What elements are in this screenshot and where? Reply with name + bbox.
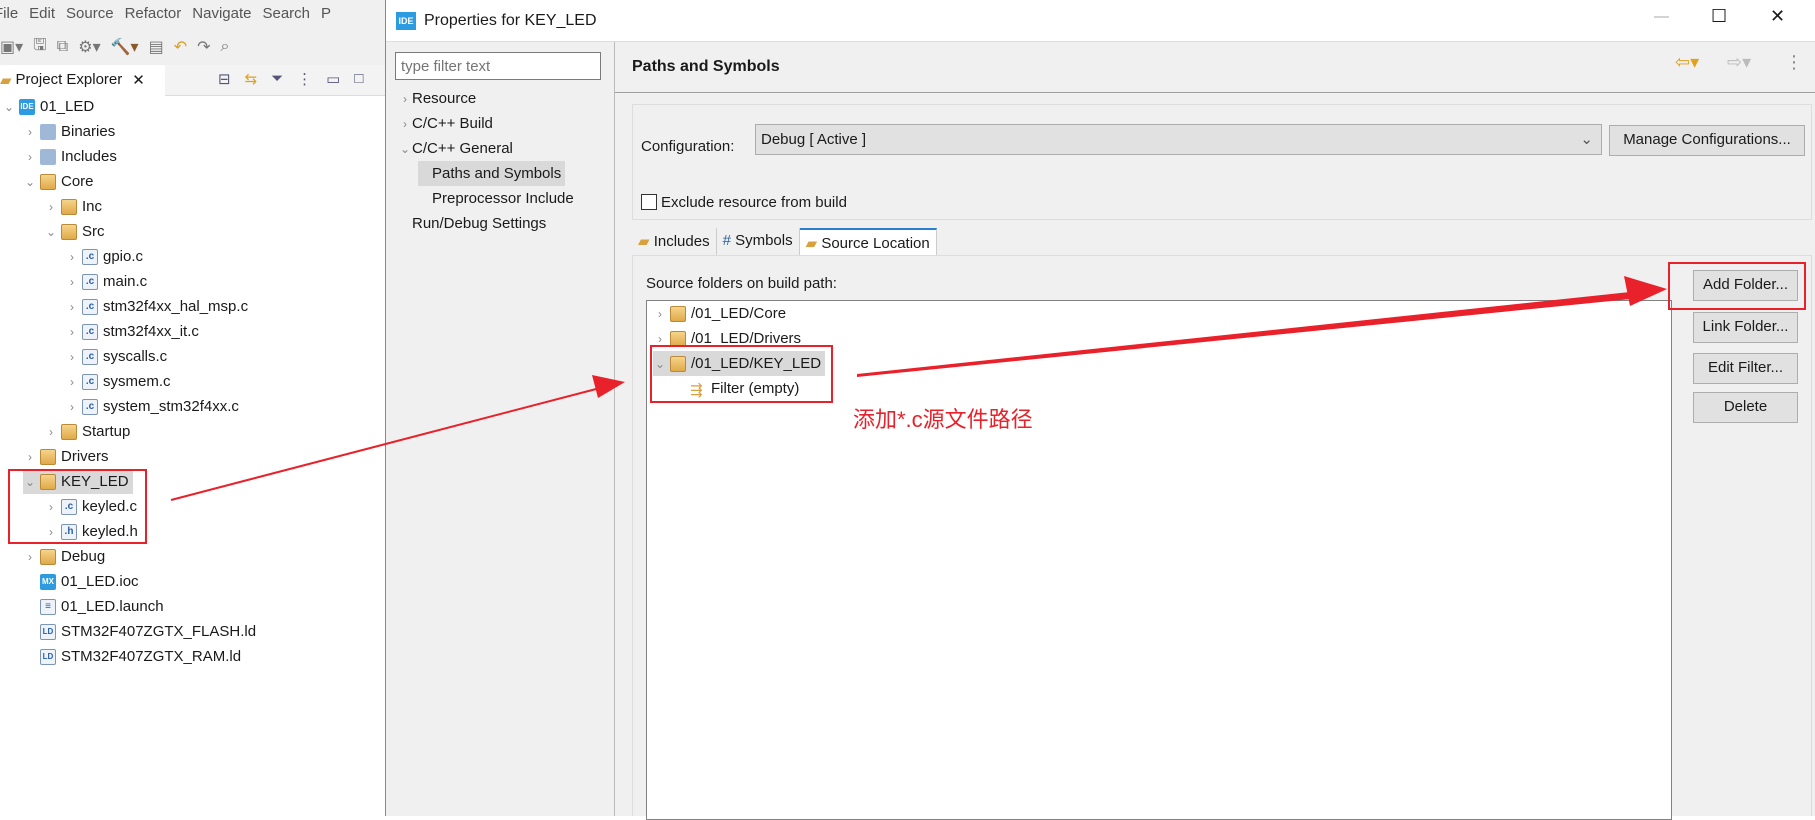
arrow-head-right	[1624, 276, 1667, 306]
annotation-arrows	[170, 276, 1667, 501]
arrow-line-left	[170, 387, 601, 501]
arrow-head-left	[592, 375, 625, 398]
arrow-line-right	[857, 292, 1631, 377]
